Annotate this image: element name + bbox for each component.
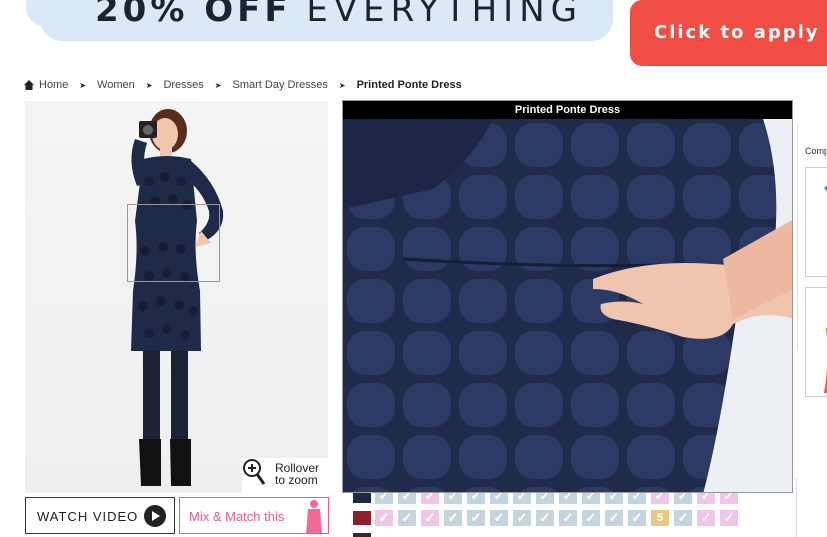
breadcrumb-arrow-icon: ➤ — [214, 80, 222, 90]
breadcrumb-arrow-icon: ➤ — [338, 80, 346, 90]
mannequin-icon — [306, 500, 322, 533]
model-illustration — [131, 109, 224, 486]
promo-headline: 20% OFF EVERYTHING — [95, 0, 583, 30]
play-icon — [144, 505, 166, 527]
size-available-icon[interactable]: ✓ — [605, 510, 623, 526]
size-available-icon[interactable]: ✓ — [421, 510, 439, 526]
zoom-lens[interactable] — [127, 204, 220, 282]
details-panel-border — [797, 124, 798, 350]
zoomed-dress-detail — [343, 119, 792, 492]
zoomed-product-view — [343, 119, 792, 492]
size-available-icon[interactable]: ✓ — [536, 510, 554, 526]
rollover-hint-line2: to zoom — [275, 473, 318, 487]
color-swatch-red[interactable] — [353, 511, 371, 525]
watch-video-label: WATCH VIDEO — [37, 509, 139, 524]
size-row-red: ✓ ✓ ✓ ✓ ✓ ✓ ✓ ✓ ✓ ✓ ✓ ✓ 5 ✓ ✓ ✓ — [375, 510, 738, 526]
breadcrumb-arrow-icon: ➤ — [145, 80, 153, 90]
compare-product-image — [824, 328, 827, 393]
promo-discount: 20% OFF — [95, 0, 292, 30]
size-available-icon[interactable]: ✓ — [720, 510, 738, 526]
rollover-to-zoom-badge: Rollover to zoom — [242, 458, 328, 493]
size-available-icon[interactable]: ✓ — [582, 510, 600, 526]
zoom-title: Printed Ponte Dress — [343, 101, 792, 119]
mix-and-match-button[interactable]: Mix & Match this — [179, 497, 329, 534]
breadcrumb-home[interactable]: Home — [39, 79, 68, 91]
color-swatch-brown[interactable] — [353, 533, 371, 537]
size-available-icon[interactable]: ✓ — [559, 510, 577, 526]
breadcrumb: Home ➤ Women ➤ Dresses ➤ Smart Day Dress… — [24, 79, 462, 91]
breadcrumb-dresses[interactable]: Dresses — [163, 79, 203, 91]
promo-everything: EVERYTHING — [306, 0, 583, 30]
size-available-icon[interactable]: ✓ — [490, 510, 508, 526]
magnifier-icon — [243, 459, 266, 485]
product-image[interactable]: Rollover to zoom — [25, 101, 328, 493]
size-available-icon[interactable]: ✓ — [467, 510, 485, 526]
size-available-icon[interactable]: ✓ — [697, 510, 715, 526]
zoom-panel: Printed Ponte Dress — [342, 100, 793, 493]
mix-and-match-label: Mix & Match this — [189, 509, 285, 524]
size-available-icon[interactable]: ✓ — [628, 510, 646, 526]
watch-video-button[interactable]: WATCH VIDEO — [25, 497, 175, 534]
apply-discount-button[interactable]: Click to apply th — [630, 0, 827, 66]
size-available-icon[interactable]: ✓ — [444, 510, 462, 526]
size-available-icon[interactable]: ✓ — [398, 510, 416, 526]
size-low-stock-count[interactable]: 5 — [651, 510, 669, 526]
compare-label: Comp — [805, 146, 827, 156]
size-available-icon[interactable]: ✓ — [513, 510, 531, 526]
compare-thumb-1[interactable] — [805, 167, 827, 277]
home-icon[interactable] — [24, 80, 34, 90]
size-available-icon[interactable]: ✓ — [674, 510, 692, 526]
breadcrumb-women[interactable]: Women — [97, 79, 135, 91]
breadcrumb-smart-day-dresses[interactable]: Smart Day Dresses — [233, 79, 328, 91]
breadcrumb-current: Printed Ponte Dress — [356, 79, 462, 91]
compare-product-image — [824, 185, 827, 192]
breadcrumb-arrow-icon: ➤ — [79, 80, 87, 90]
size-available-icon[interactable]: ✓ — [375, 510, 393, 526]
compare-thumb-2[interactable] — [805, 287, 827, 397]
